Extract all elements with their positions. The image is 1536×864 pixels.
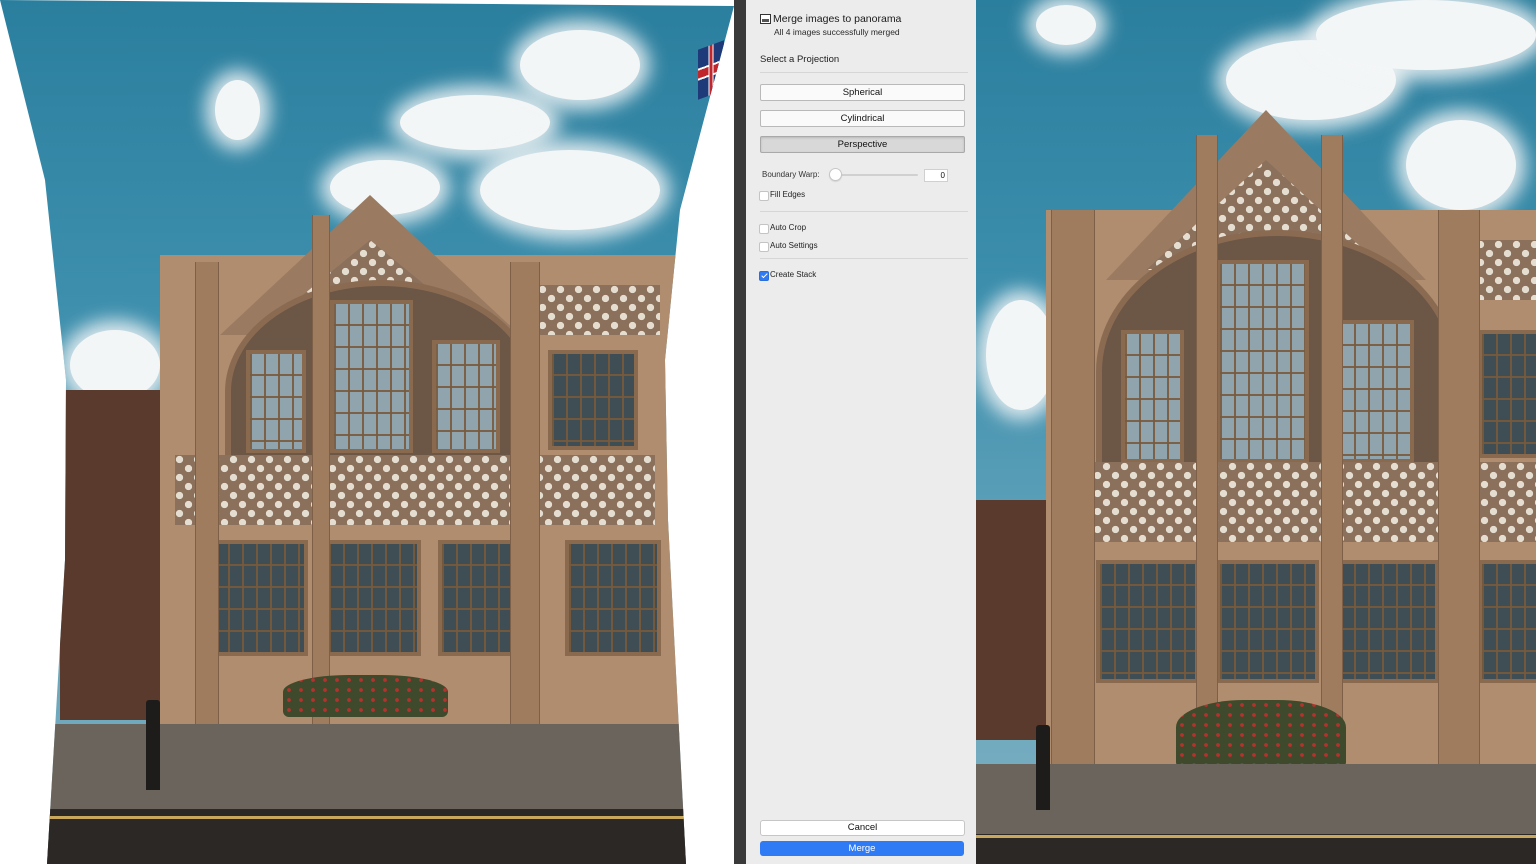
cloud (1406, 120, 1516, 210)
cloud (1316, 0, 1536, 70)
divider (760, 72, 968, 73)
boundary-warp-slider-track[interactable] (832, 174, 918, 176)
perspective-button[interactable]: Perspective (760, 136, 965, 153)
spherical-button[interactable]: Spherical (760, 84, 965, 101)
road-line (0, 816, 734, 819)
flint-pattern (175, 455, 655, 525)
boundary-warp-slider-knob[interactable] (829, 168, 842, 181)
pilaster (195, 262, 219, 732)
window (1121, 330, 1184, 463)
flower-planter (283, 675, 448, 717)
panorama-preview-warped (0, 0, 734, 864)
divider (760, 211, 968, 212)
fill-edges-checkbox[interactable] (759, 191, 769, 201)
divider (760, 258, 968, 259)
window (432, 340, 500, 453)
cancel-button[interactable]: Cancel (760, 820, 965, 836)
pilaster (510, 262, 540, 732)
dialog-subtitle: All 4 images successfully merged (774, 27, 900, 37)
panorama-preview-result (976, 0, 1536, 864)
window (210, 540, 308, 656)
cloud (400, 95, 550, 150)
window (330, 300, 413, 453)
pilaster (312, 215, 330, 730)
cloud (520, 30, 640, 100)
window (1096, 560, 1199, 683)
auto-crop-label: Auto Crop (770, 223, 807, 232)
cloud (1036, 5, 1096, 45)
cylindrical-button[interactable]: Cylindrical (760, 110, 965, 127)
merge-panorama-dialog: Merge images to panorama All 4 images su… (746, 0, 977, 864)
flower-planter (1176, 700, 1346, 768)
dialog-title: Merge images to panorama (773, 13, 902, 25)
window-divider (734, 0, 746, 864)
pilaster (1051, 210, 1095, 770)
merge-button[interactable]: Merge (760, 841, 964, 856)
union-flag (698, 40, 724, 100)
boundary-warp-label: Boundary Warp: (762, 170, 820, 179)
cloud (330, 160, 440, 215)
pilaster (1438, 210, 1480, 770)
bollard (146, 700, 160, 790)
fill-edges-label: Fill Edges (770, 190, 806, 199)
window (1216, 560, 1319, 683)
window (565, 540, 661, 656)
cloud (215, 80, 260, 140)
flint-pattern (520, 285, 660, 335)
road (976, 834, 1536, 864)
window (1478, 560, 1536, 683)
auto-settings-label: Auto Settings (770, 241, 818, 250)
create-stack-checkbox[interactable] (759, 271, 769, 281)
auto-crop-checkbox[interactable] (759, 224, 769, 234)
window (1478, 330, 1536, 458)
pilaster (1321, 135, 1343, 770)
road-line (976, 835, 1536, 838)
window (246, 350, 306, 453)
window (1336, 560, 1439, 683)
bollard (1036, 725, 1050, 810)
window (325, 540, 421, 656)
panorama-icon (760, 14, 771, 24)
flint-pattern (1476, 240, 1536, 300)
auto-settings-checkbox[interactable] (759, 242, 769, 252)
window (1216, 260, 1309, 463)
pilaster (1196, 135, 1218, 770)
projection-section-label: Select a Projection (760, 54, 840, 65)
boundary-warp-value-field[interactable]: 0 (924, 169, 948, 182)
window (1336, 320, 1414, 463)
window (548, 350, 638, 450)
cloud (480, 150, 660, 230)
create-stack-label: Create Stack (770, 270, 817, 279)
side-house (976, 500, 1046, 740)
